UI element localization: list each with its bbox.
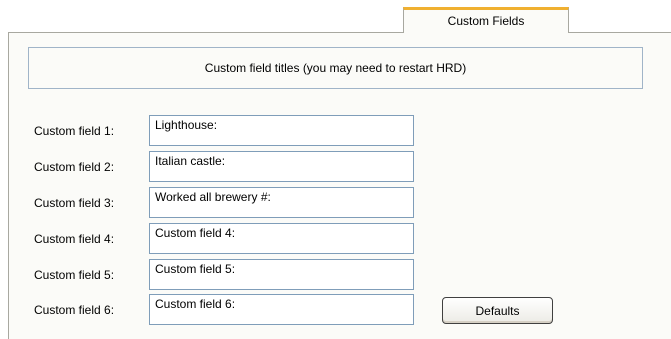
tab-strip: Custom Fields	[0, 0, 671, 33]
custom-field-6-input[interactable]	[149, 294, 414, 325]
custom-field-3-input[interactable]	[149, 187, 414, 218]
custom-field-4-label: Custom field 4:	[34, 232, 115, 246]
custom-field-row-5: Custom field 5:	[9, 259, 609, 291]
custom-field-1-input[interactable]	[149, 115, 414, 146]
custom-fields-panel: Custom field titles (you may need to res…	[8, 32, 671, 339]
custom-field-4-input[interactable]	[149, 223, 414, 254]
custom-field-5-input[interactable]	[149, 259, 414, 290]
custom-field-row-2: Custom field 2:	[9, 151, 609, 183]
custom-field-1-label: Custom field 1:	[34, 124, 115, 138]
custom-field-3-label: Custom field 3:	[34, 196, 115, 210]
defaults-button[interactable]: Defaults	[442, 297, 553, 324]
custom-field-6-label: Custom field 6:	[34, 303, 115, 317]
tab-custom-fields[interactable]: Custom Fields	[403, 7, 569, 33]
custom-field-5-label: Custom field 5:	[34, 268, 115, 282]
custom-field-2-label: Custom field 2:	[34, 160, 115, 174]
custom-field-titles-group: Custom field titles (you may need to res…	[28, 47, 643, 89]
custom-field-row-1: Custom field 1:	[9, 115, 609, 147]
custom-field-row-4: Custom field 4:	[9, 223, 609, 255]
custom-field-row-3: Custom field 3:	[9, 187, 609, 219]
custom-field-2-input[interactable]	[149, 151, 414, 182]
